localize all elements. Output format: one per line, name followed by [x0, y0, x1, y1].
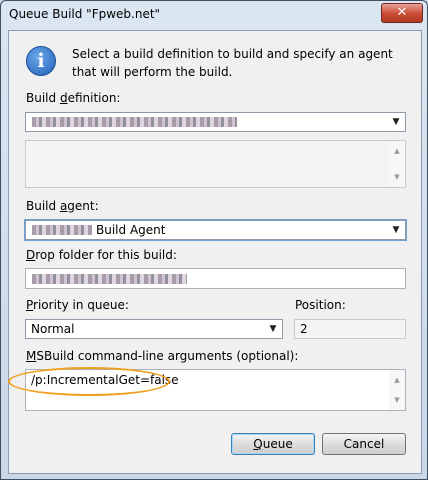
msbuild-args-label: MSBuild command-line arguments (optional… — [26, 349, 299, 363]
redacted-drop-folder — [32, 274, 187, 284]
build-agent-label: Build agent: — [26, 199, 99, 213]
queue-button[interactable]: Queue — [231, 433, 315, 455]
chevron-down-icon[interactable]: ▼ — [387, 113, 405, 131]
msbuild-scrollbar[interactable]: ▲ ▼ — [389, 370, 405, 410]
build-agent-combo[interactable]: Build Agent ▼ — [25, 220, 406, 240]
description-scrollbar[interactable]: ▲ ▼ — [389, 141, 405, 187]
chevron-down-icon[interactable]: ▼ — [264, 320, 282, 338]
build-agent-value: Build Agent — [96, 223, 166, 237]
close-button[interactable]: ✕ — [381, 3, 423, 23]
info-message: Select a build definition to build and s… — [72, 47, 393, 79]
build-definition-combo[interactable]: ▼ — [25, 112, 406, 132]
redacted-agent-prefix — [32, 225, 92, 235]
annotation-highlight-ellipse — [8, 367, 170, 396]
priority-value: Normal — [31, 322, 75, 336]
priority-label: Priority in queue: — [26, 298, 129, 312]
scroll-down-icon[interactable]: ▼ — [389, 170, 405, 184]
scroll-up-icon[interactable]: ▲ — [389, 144, 405, 158]
position-field: 2 — [294, 319, 406, 339]
close-icon: ✕ — [396, 5, 408, 20]
window-title: Queue Build "Fpweb.net" — [9, 7, 161, 21]
title-bar[interactable]: Queue Build "Fpweb.net" ✕ — [1, 1, 427, 29]
build-definition-label: Build definition: — [26, 91, 121, 105]
redacted-definition-name — [32, 117, 237, 127]
build-definition-description: ▲ ▼ — [25, 140, 406, 188]
drop-folder-label: Drop folder for this build: — [26, 248, 177, 262]
info-icon: i — [26, 46, 56, 76]
position-label: Position: — [295, 298, 346, 312]
scroll-up-icon[interactable]: ▲ — [389, 373, 405, 387]
drop-folder-input[interactable] — [25, 268, 406, 289]
position-value: 2 — [300, 322, 308, 336]
scroll-down-icon[interactable]: ▼ — [389, 393, 405, 407]
cancel-button[interactable]: Cancel — [322, 433, 406, 455]
priority-select[interactable]: Normal ▼ — [25, 319, 283, 339]
chevron-down-icon[interactable]: ▼ — [387, 221, 405, 239]
